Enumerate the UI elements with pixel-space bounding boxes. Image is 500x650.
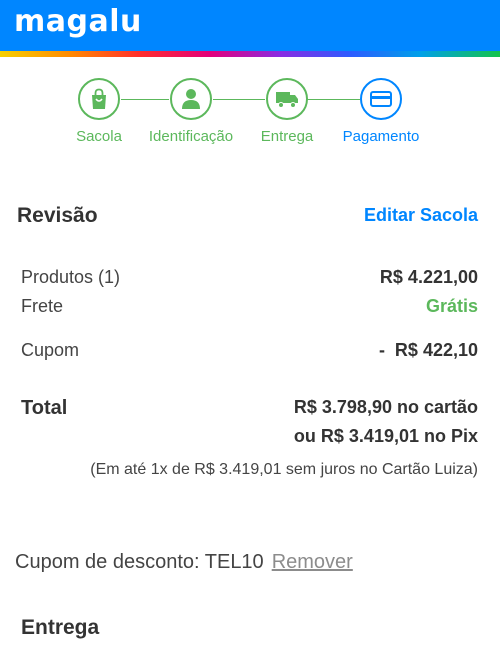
step-circle: [266, 78, 308, 120]
top-header: magalu: [0, 0, 500, 51]
step-circle: [78, 78, 120, 120]
coupon-value: - R$ 422,10: [378, 340, 478, 360]
installment-note: (Em até 1x de R$ 3.419,01 sem juros no C…: [90, 461, 478, 478]
total-label: Total: [21, 397, 68, 419]
delivery-title: Entrega: [21, 616, 100, 639]
coupon-label: Cupom: [21, 340, 80, 360]
remove-coupon-link[interactable]: Remover: [272, 551, 353, 573]
rainbow-stripe: [0, 51, 500, 57]
user-icon: [182, 89, 200, 109]
shopping-bag-icon: [92, 88, 106, 109]
credit-card-icon: [370, 91, 392, 107]
products-label: Produtos (1): [21, 267, 121, 287]
shipping-value: Grátis: [425, 296, 478, 316]
review-title: Revisão: [17, 204, 98, 227]
shipping-label: Frete: [21, 296, 64, 316]
coupon-row: Cupom de desconto: TEL10 Remover: [15, 551, 353, 574]
total-card-value: R$ 3.798,90 no cartão: [293, 397, 478, 417]
edit-bag-link[interactable]: Editar Sacola: [364, 205, 478, 226]
step-circle: [360, 78, 402, 120]
total-pix-value: ou R$ 3.419,01 no Pix: [293, 426, 478, 446]
magalu-logo[interactable]: magalu: [14, 4, 142, 40]
step-circle: [170, 78, 212, 120]
step-pagamento[interactable]: Pagamento: [321, 78, 441, 145]
truck-icon: [276, 92, 298, 108]
coupon-text: Cupom de desconto: TEL10: [15, 551, 264, 573]
step-label: Pagamento: [342, 128, 420, 145]
products-value: R$ 4.221,00: [379, 267, 478, 287]
